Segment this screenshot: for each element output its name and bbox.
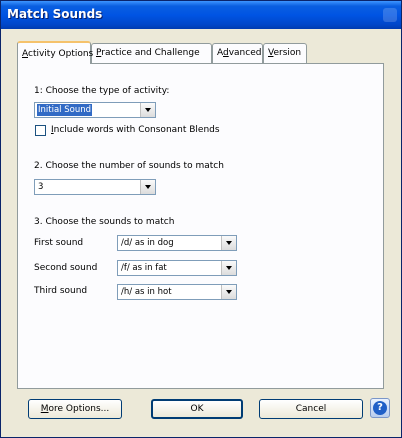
window-title: Match Sounds [7, 7, 103, 21]
tab-practice-and-challenge[interactable]: Practice and Challenge [91, 43, 212, 63]
first-sound-select[interactable]: /d/ as in dog [117, 235, 237, 251]
sound-count-value: 3 [38, 182, 44, 192]
title-bar[interactable]: Match Sounds [1, 1, 401, 29]
tab-advanced[interactable]: Advanced [212, 43, 263, 63]
ok-button[interactable]: OK [151, 399, 243, 419]
sound-count-select[interactable]: 3 [34, 179, 156, 195]
tab-activity-options[interactable]: Activity Options [17, 41, 93, 64]
second-sound-select[interactable]: /f/ as in fat [117, 260, 237, 276]
third-sound-label: Third sound [34, 286, 88, 296]
sounds-heading: 3. Choose the sounds to match [34, 217, 175, 227]
activity-options-panel: 1: Choose the type of activity: Initial … [17, 63, 384, 389]
consonant-blends-label[interactable]: Include words with Consonant Blends [51, 125, 220, 135]
activity-type-value: Initial Sound [37, 104, 92, 116]
consonant-blends-checkbox[interactable] [35, 125, 46, 136]
chevron-down-icon[interactable] [221, 236, 236, 250]
first-sound-label: First sound [34, 238, 84, 248]
first-sound-value: /d/ as in dog [121, 238, 174, 248]
match-sounds-dialog: Match Sounds Activity Options Practice a… [0, 0, 402, 438]
tab-version[interactable]: Version [263, 43, 307, 63]
help-question-icon: ? [373, 401, 387, 415]
chevron-down-icon[interactable] [221, 261, 236, 275]
second-sound-value: /f/ as in fat [121, 263, 167, 273]
close-icon[interactable] [383, 8, 397, 22]
cancel-button[interactable]: Cancel [259, 399, 363, 419]
second-sound-label: Second sound [34, 263, 98, 273]
chevron-down-icon[interactable] [221, 285, 236, 299]
third-sound-select[interactable]: /h/ as in hot [117, 284, 237, 300]
help-button[interactable]: ? [370, 398, 390, 418]
chevron-down-icon[interactable] [140, 103, 155, 117]
third-sound-value: /h/ as in hot [121, 287, 172, 297]
activity-type-heading: 1: Choose the type of activity: [34, 86, 170, 96]
chevron-down-icon[interactable] [140, 180, 155, 194]
sound-count-heading: 2. Choose the number of sounds to match [34, 161, 224, 171]
activity-type-select[interactable]: Initial Sound [34, 102, 156, 118]
more-options-button[interactable]: More Options... [28, 399, 122, 419]
